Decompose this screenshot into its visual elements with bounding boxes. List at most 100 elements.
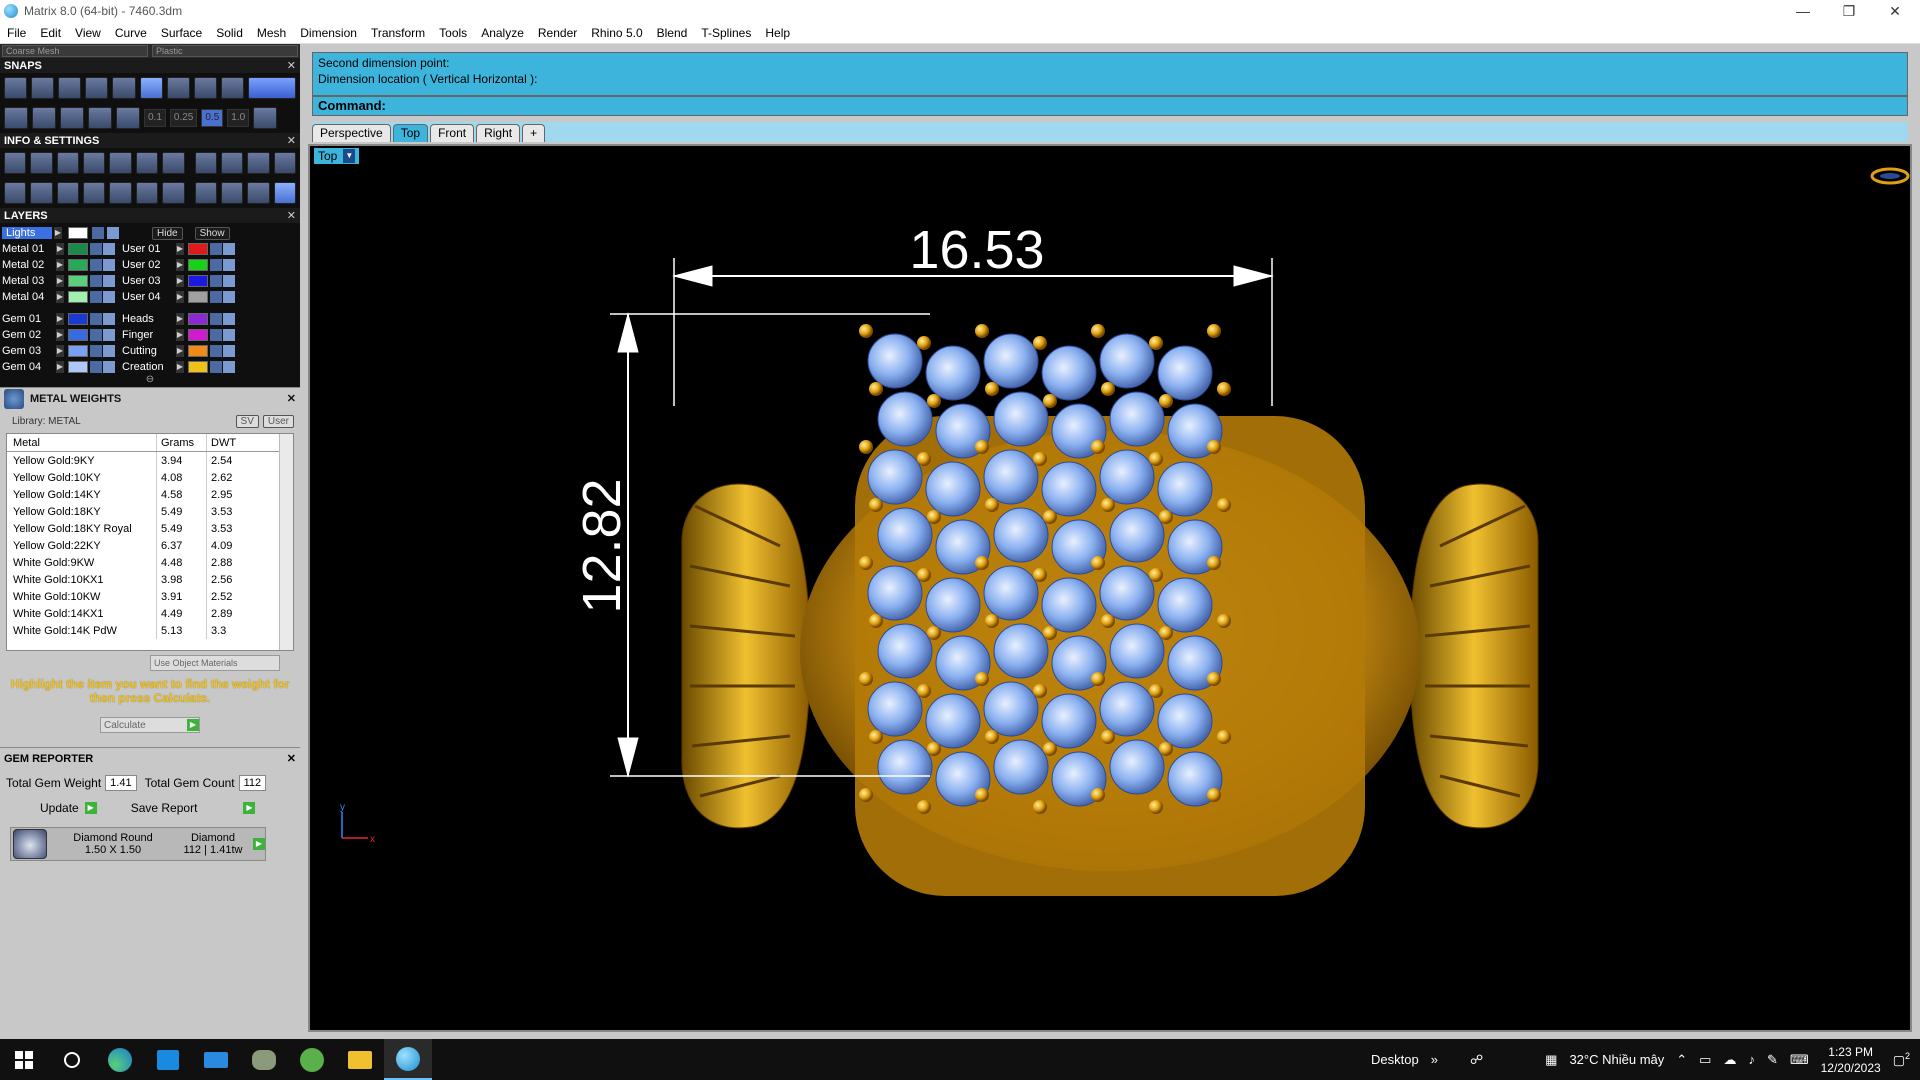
layer-color-swatch[interactable]	[188, 291, 208, 303]
save-report-button[interactable]: Save Report ▶	[131, 801, 256, 815]
hide-all-button[interactable]: Hide	[152, 226, 183, 240]
layer-row[interactable]: User 01 ▶	[122, 241, 236, 257]
expand-icon[interactable]: ▶	[176, 361, 184, 373]
expand-icon[interactable]: ▶	[176, 243, 184, 255]
top-viewport[interactable]: Top ▼ 16.53 12.82 y x	[308, 144, 1912, 1032]
point-snap-icon[interactable]	[58, 77, 82, 99]
layer-visible-icon[interactable]	[223, 243, 235, 255]
layer-lock-icon[interactable]	[210, 313, 222, 325]
layer-row[interactable]: Gem 02 ▶	[2, 327, 116, 343]
notification-icon[interactable]: ▢2	[1893, 1051, 1910, 1068]
windows-start-icon[interactable]	[0, 1039, 48, 1080]
restore-button[interactable]: ❐	[1826, 0, 1872, 22]
expand-icon[interactable]: ▶	[56, 275, 64, 287]
weather-text[interactable]: 32°C Nhiều mây	[1569, 1052, 1664, 1067]
table-row[interactable]: White Gold:14K PdW 5.13 3.3	[7, 622, 293, 639]
menu-dimension[interactable]: Dimension	[293, 26, 364, 40]
layer-row[interactable]: Gem 01 ▶	[2, 311, 116, 327]
perp-snap-icon[interactable]	[166, 77, 190, 99]
layer-name[interactable]: Gem 03	[2, 345, 56, 357]
cylinder-icon[interactable]	[83, 182, 106, 204]
table-scrollbar[interactable]	[279, 434, 293, 650]
expand-icon[interactable]: ▶	[56, 361, 64, 373]
weight-tool-icon[interactable]	[273, 182, 296, 204]
menu-render[interactable]: Render	[531, 26, 584, 40]
filter-icon[interactable]	[109, 182, 132, 204]
snap-value-10[interactable]: 1.0	[227, 109, 250, 127]
menu-help[interactable]: Help	[758, 26, 797, 40]
save-icon[interactable]	[109, 152, 132, 174]
list-icon[interactable]	[162, 182, 185, 204]
layer-visible-icon[interactable]	[103, 313, 115, 325]
layer-visible-icon[interactable]	[103, 329, 115, 341]
layer-color-swatch[interactable]	[188, 313, 208, 325]
people-icon[interactable]: ☍	[1470, 1052, 1483, 1068]
expand-icon[interactable]: ▶	[176, 313, 184, 325]
play-icon[interactable]: ▶	[253, 838, 265, 850]
col-dwt[interactable]: DWT	[207, 434, 267, 451]
layer-visible-icon[interactable]	[223, 345, 235, 357]
layer-name[interactable]: Gem 04	[2, 361, 56, 373]
layer-color-swatch[interactable]	[188, 329, 208, 341]
edge-browser-icon[interactable]	[96, 1039, 144, 1080]
pen-icon[interactable]: ✎	[1767, 1052, 1778, 1068]
table-row[interactable]: White Gold:9KW 4.48 2.88	[7, 554, 293, 571]
layer-visible-icon[interactable]	[103, 291, 115, 303]
gem-tool-icon[interactable]	[220, 182, 244, 204]
layer-color-swatch[interactable]	[68, 275, 88, 287]
rhino-icon[interactable]	[240, 1039, 288, 1080]
layer-row[interactable]: Heads ▶	[122, 311, 236, 327]
align-icon[interactable]	[247, 152, 270, 174]
layer-lock-icon[interactable]	[92, 227, 104, 239]
color-icon[interactable]	[273, 152, 296, 174]
layer-row[interactable]: Metal 04 ▶	[2, 289, 116, 305]
expand-icon[interactable]: ▶	[176, 329, 184, 341]
tray-chevron-icon[interactable]: ⌃	[1676, 1052, 1687, 1068]
layer-visible-icon[interactable]	[223, 361, 235, 373]
render-icon[interactable]	[194, 152, 217, 174]
sg-toggle[interactable]: SV	[235, 414, 259, 428]
onedrive-icon[interactable]: ☁	[1723, 1052, 1736, 1068]
menu-rhino[interactable]: Rhino 5.0	[584, 26, 649, 40]
shape-icon[interactable]	[162, 152, 185, 174]
mid-snap-icon[interactable]	[85, 77, 109, 99]
command-input[interactable]: Command:	[312, 96, 1908, 116]
layer-lock-icon[interactable]	[210, 329, 222, 341]
gumball-icon[interactable]	[60, 107, 84, 129]
layer-name[interactable]: Gem 02	[2, 329, 56, 341]
update-button[interactable]: Update ▶	[40, 801, 97, 815]
planar-icon[interactable]	[32, 107, 56, 129]
layer-lock-icon[interactable]	[210, 243, 222, 255]
layer-visible-icon[interactable]	[103, 243, 115, 255]
layer-name[interactable]: Metal 04	[2, 291, 56, 303]
search-icon[interactable]	[48, 1039, 96, 1080]
layout-icon[interactable]	[4, 182, 27, 204]
menu-surface[interactable]: Surface	[154, 26, 209, 40]
end-snap-icon[interactable]	[4, 77, 28, 99]
close-icon[interactable]: ✕	[287, 59, 296, 72]
layers-collapse-icon[interactable]: ⊖	[2, 375, 298, 385]
expand-icon[interactable]: ▶	[56, 313, 64, 325]
close-icon[interactable]: ✕	[287, 134, 296, 147]
layer-row[interactable]: User 04 ▶	[122, 289, 236, 305]
mesh-quality-select[interactable]: Coarse Mesh	[2, 45, 148, 57]
prong-tool-icon[interactable]	[247, 182, 270, 204]
clock[interactable]: 1:23 PM 12/20/2023	[1821, 1044, 1881, 1076]
layer-lock-icon[interactable]	[90, 259, 102, 271]
layer-color-swatch[interactable]	[68, 227, 88, 239]
expand-icon[interactable]: ▶	[176, 259, 184, 271]
menu-file[interactable]: File	[0, 26, 33, 40]
settings-icon[interactable]	[4, 152, 27, 174]
table-row[interactable]: Yellow Gold:14KY 4.58 2.95	[7, 486, 293, 503]
table-row[interactable]: Yellow Gold:9KY 3.94 2.54	[7, 452, 293, 469]
lights-layer[interactable]: Lights	[2, 227, 52, 239]
menu-view[interactable]: View	[68, 26, 108, 40]
col-grams[interactable]: Grams	[157, 434, 207, 451]
expand-icon[interactable]: ▶	[176, 275, 184, 287]
pencil-icon[interactable]	[135, 152, 159, 174]
expand-icon[interactable]: ▶	[176, 291, 184, 303]
use-object-materials-checkbox[interactable]: Use Object Materials	[150, 655, 280, 671]
grid-icon[interactable]	[253, 107, 278, 129]
snap-value-05[interactable]: 0.5	[201, 109, 224, 127]
quad-snap-icon[interactable]	[220, 77, 244, 99]
